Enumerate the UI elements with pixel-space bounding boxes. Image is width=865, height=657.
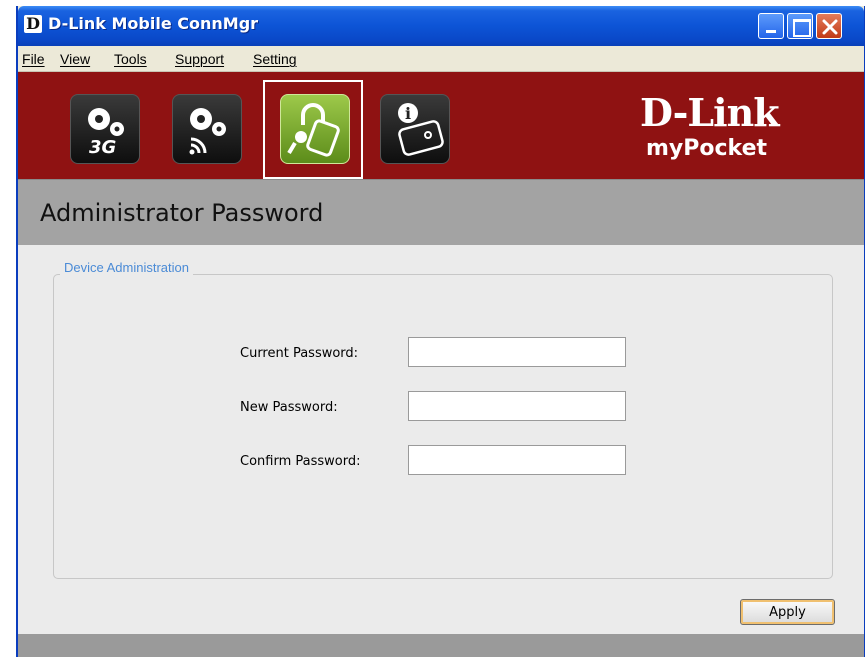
device-administration-group [53,274,833,579]
gears-3g-icon: 3G [88,108,124,158]
close-button[interactable] [816,13,842,39]
tool-administration[interactable] [280,94,350,164]
page-title: Administrator Password [40,199,324,227]
svg-text:i: i [405,104,411,123]
minimize-button[interactable] [758,13,784,39]
group-legend: Device Administration [60,260,193,275]
device-info-icon: i [398,103,444,156]
current-password-input[interactable] [408,337,626,367]
menu-bar: File View Tools Support Setting [18,46,864,72]
status-footer [18,634,864,657]
toolbar-banner: 3G i D-Link myPocket [18,72,864,179]
key-lock-icon [287,103,340,157]
confirm-password-label: Confirm Password: [240,454,361,469]
title-bar[interactable]: D D-Link Mobile ConnMgr [18,6,864,46]
section-header: Administrator Password [18,179,864,245]
menu-setting[interactable]: Setting [253,51,297,67]
maximize-button[interactable] [787,13,813,39]
gears-wireless-icon [189,108,226,155]
menu-view[interactable]: View [60,51,90,67]
apply-button[interactable]: Apply [740,599,835,625]
badge-3g: 3G [89,137,116,158]
close-icon [822,19,838,35]
dlink-logo: D-Link [640,90,780,135]
tool-device-info[interactable]: i [380,94,450,164]
window-title: D-Link Mobile ConnMgr [48,14,259,33]
menu-support[interactable]: Support [175,51,224,67]
mypocket-logo: myPocket [646,136,768,161]
confirm-password-input[interactable] [408,445,626,475]
app-icon: D [24,15,42,33]
current-password-label: Current Password: [240,346,359,361]
menu-tools[interactable]: Tools [114,51,147,67]
menu-file[interactable]: File [22,51,45,67]
tool-3g-settings[interactable]: 3G [70,94,140,164]
new-password-input[interactable] [408,391,626,421]
tool-wireless-settings[interactable] [172,94,242,164]
new-password-label: New Password: [240,400,338,415]
content-area: Device Administration Current Password: … [18,245,864,634]
app-window: D D-Link Mobile ConnMgr File View Tools … [16,6,865,657]
